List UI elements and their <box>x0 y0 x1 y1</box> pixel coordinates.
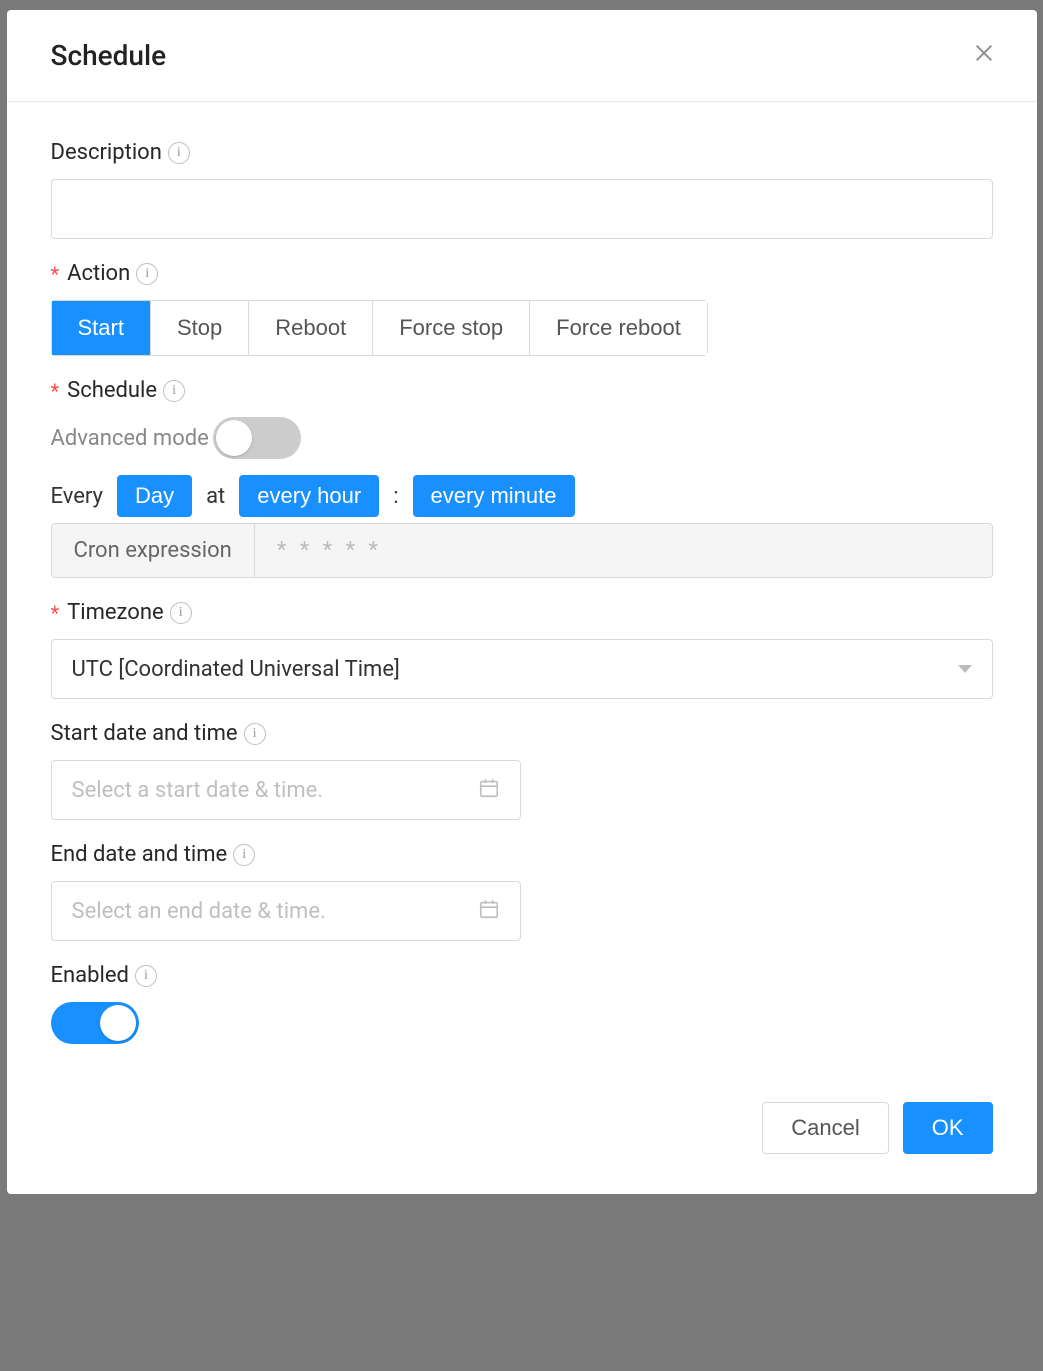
cron-expression-display: Cron expression * * * * * <box>51 523 993 578</box>
end-date-input[interactable]: Select an end date & time. <box>51 881 521 941</box>
cron-minute-select[interactable]: every minute <box>413 475 575 517</box>
start-date-field: Start date and time i Select a start dat… <box>51 721 993 820</box>
end-date-placeholder: Select an end date & time. <box>72 899 326 924</box>
end-date-field: End date and time i Select an end date &… <box>51 842 993 941</box>
action-label: * Action i <box>51 261 993 286</box>
modal-body: Description i * Action i Start Stop Rebo… <box>7 102 1037 1082</box>
info-icon[interactable]: i <box>163 380 185 402</box>
start-date-label-text: Start date and time <box>51 721 238 746</box>
cron-expression-label: Cron expression <box>52 524 255 577</box>
cron-unit-select[interactable]: Day <box>117 475 192 517</box>
action-reboot-button[interactable]: Reboot <box>249 301 373 355</box>
modal-footer: Cancel OK <box>7 1082 1037 1194</box>
schedule-label: * Schedule i <box>51 378 993 403</box>
advanced-mode-toggle[interactable] <box>213 417 301 459</box>
chevron-down-icon <box>958 665 972 673</box>
description-field: Description i <box>51 140 993 239</box>
cron-hour-select[interactable]: every hour <box>239 475 379 517</box>
action-label-text: Action <box>67 261 130 286</box>
cancel-button[interactable]: Cancel <box>762 1102 888 1154</box>
enabled-label: Enabled i <box>51 963 993 988</box>
schedule-modal: Schedule Description i * Action i Start … <box>7 10 1037 1194</box>
every-label: Every <box>51 484 103 509</box>
modal-header: Schedule <box>7 10 1037 102</box>
action-field: * Action i Start Stop Reboot Force stop … <box>51 261 993 356</box>
timezone-value: UTC [Coordinated Universal Time] <box>72 657 400 682</box>
start-date-label: Start date and time i <box>51 721 993 746</box>
modal-title: Schedule <box>51 39 167 72</box>
info-icon[interactable]: i <box>233 844 255 866</box>
at-label: at <box>206 484 225 509</box>
start-date-input[interactable]: Select a start date & time. <box>51 760 521 820</box>
advanced-mode-row: Advanced mode <box>51 417 993 459</box>
ok-button[interactable]: OK <box>903 1102 993 1154</box>
action-force-reboot-button[interactable]: Force reboot <box>530 301 707 355</box>
required-marker: * <box>51 262 60 286</box>
action-stop-button[interactable]: Stop <box>151 301 249 355</box>
calendar-icon <box>478 777 500 803</box>
advanced-mode-label: Advanced mode <box>51 426 209 451</box>
description-label-text: Description <box>51 140 162 165</box>
info-icon[interactable]: i <box>170 602 192 624</box>
info-icon[interactable]: i <box>135 965 157 987</box>
required-marker: * <box>51 601 60 625</box>
end-date-label-text: End date and time <box>51 842 228 867</box>
description-input[interactable] <box>51 179 993 239</box>
timezone-label: * Timezone i <box>51 600 993 625</box>
info-icon[interactable]: i <box>136 263 158 285</box>
description-label: Description i <box>51 140 993 165</box>
colon-label: : <box>393 484 398 509</box>
end-date-label: End date and time i <box>51 842 993 867</box>
timezone-field: * Timezone i UTC [Coordinated Universal … <box>51 600 993 699</box>
required-marker: * <box>51 379 60 403</box>
cron-builder-row: Every Day at every hour : every minute <box>51 475 993 517</box>
timezone-select[interactable]: UTC [Coordinated Universal Time] <box>51 639 993 699</box>
calendar-icon <box>478 898 500 924</box>
action-radio-group: Start Stop Reboot Force stop Force reboo… <box>51 300 708 356</box>
enabled-label-text: Enabled <box>51 963 129 988</box>
cron-expression-value: * * * * * <box>255 524 992 577</box>
timezone-label-text: Timezone <box>67 600 164 625</box>
close-button[interactable] <box>967 34 1001 77</box>
info-icon[interactable]: i <box>244 723 266 745</box>
toggle-knob <box>216 420 252 456</box>
schedule-field: * Schedule i Advanced mode Every Day at … <box>51 378 993 578</box>
enabled-field: Enabled i <box>51 963 993 1048</box>
start-date-placeholder: Select a start date & time. <box>72 778 324 803</box>
close-icon <box>973 42 995 64</box>
action-force-stop-button[interactable]: Force stop <box>373 301 530 355</box>
schedule-label-text: Schedule <box>67 378 157 403</box>
enabled-toggle[interactable] <box>51 1002 139 1044</box>
toggle-knob <box>100 1005 136 1041</box>
action-start-button[interactable]: Start <box>52 301 151 355</box>
info-icon[interactable]: i <box>168 142 190 164</box>
